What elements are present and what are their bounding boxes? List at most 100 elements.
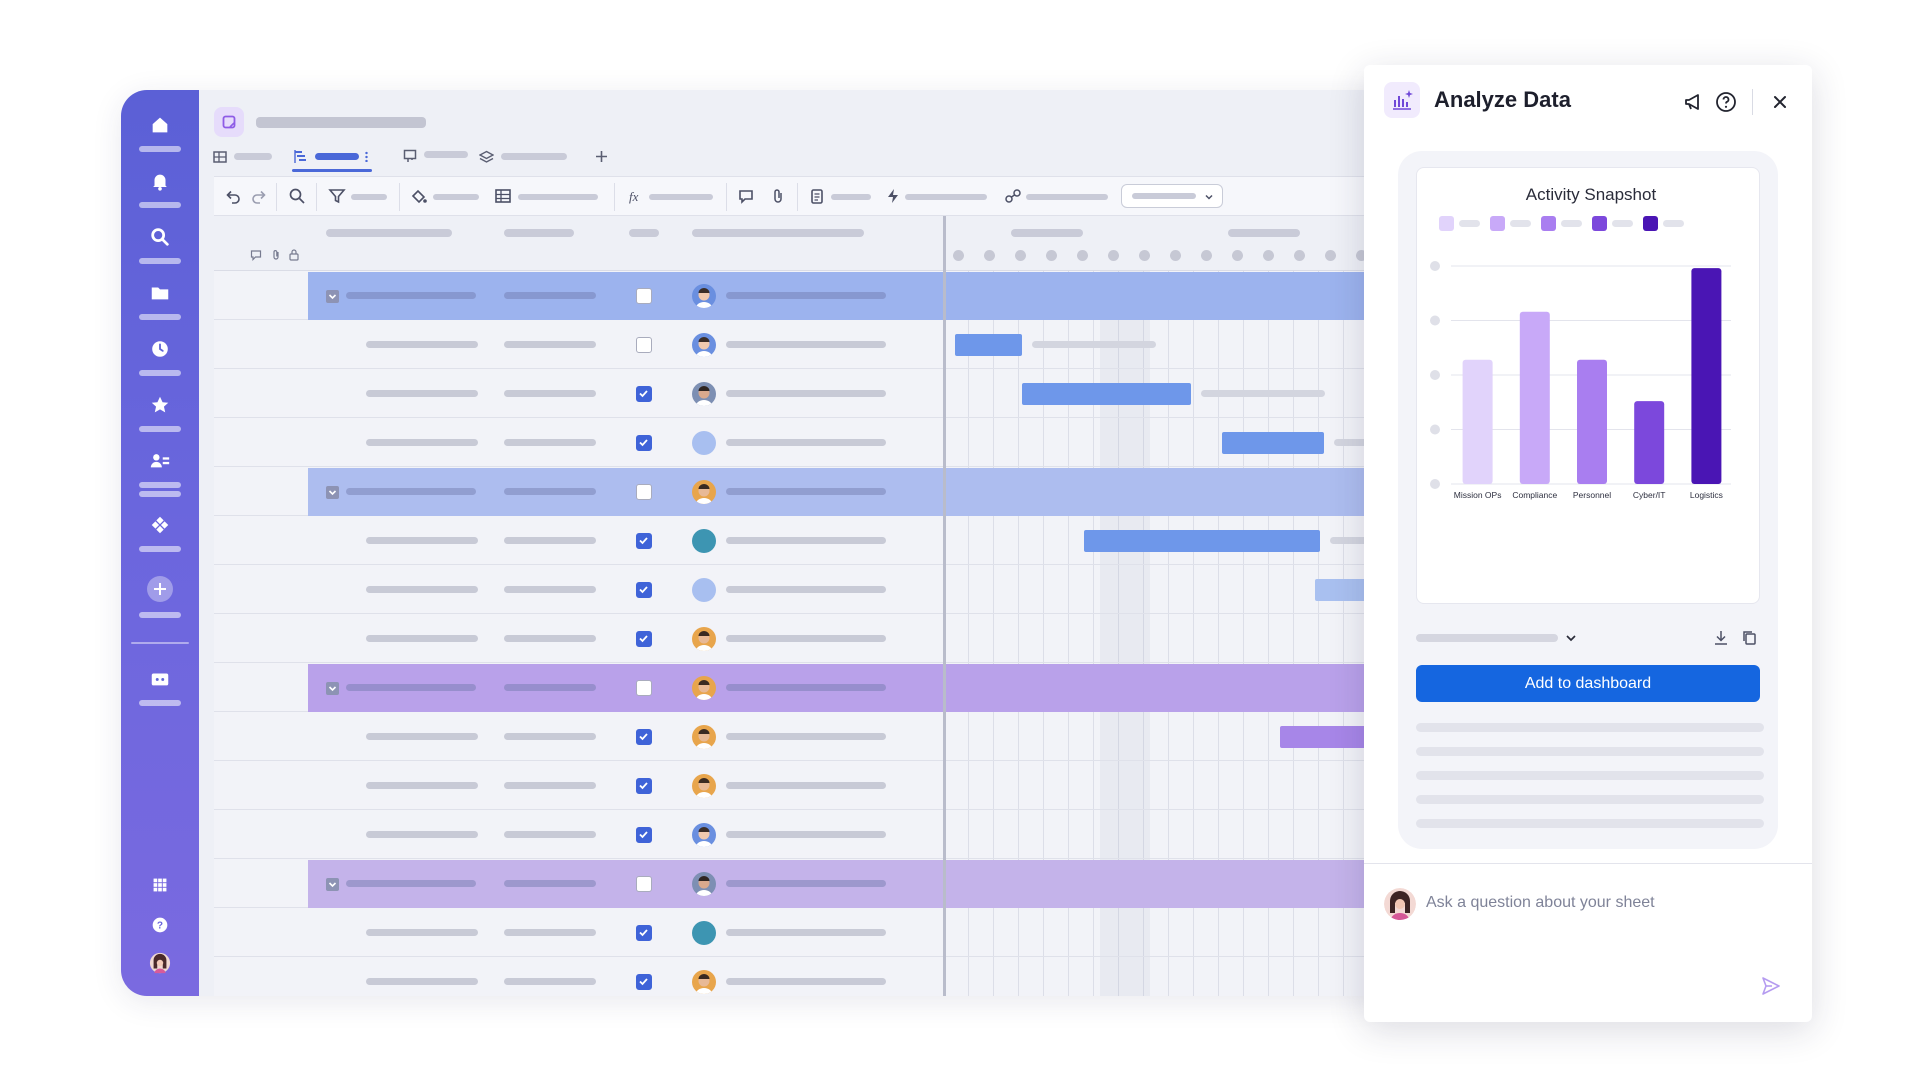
done-checkbox[interactable] bbox=[636, 876, 652, 892]
table-icon[interactable] bbox=[494, 187, 512, 205]
assigned-to-cell[interactable] bbox=[726, 635, 886, 642]
connection-label[interactable] bbox=[1026, 194, 1108, 200]
rail-help[interactable]: ? bbox=[121, 914, 199, 936]
bar-logistics[interactable] bbox=[1691, 268, 1722, 484]
status-cell[interactable] bbox=[504, 439, 596, 446]
table-row-group[interactable] bbox=[214, 664, 1391, 712]
task-name-cell[interactable] bbox=[366, 978, 478, 985]
done-checkbox[interactable] bbox=[636, 582, 652, 598]
bar-mission-ops[interactable] bbox=[1462, 359, 1493, 484]
done-checkbox[interactable] bbox=[636, 631, 652, 647]
task-name-cell[interactable] bbox=[366, 929, 478, 936]
table-row[interactable] bbox=[214, 419, 1391, 467]
grid-view-icon[interactable] bbox=[213, 150, 227, 164]
clipboard-icon[interactable] bbox=[808, 187, 826, 205]
rail-home[interactable] bbox=[121, 114, 199, 152]
table-row[interactable] bbox=[214, 517, 1391, 565]
help-icon[interactable] bbox=[1714, 90, 1738, 114]
status-cell[interactable] bbox=[504, 978, 596, 985]
status-cell[interactable] bbox=[504, 929, 596, 936]
comment-icon[interactable] bbox=[737, 187, 755, 205]
status-cell[interactable] bbox=[504, 782, 596, 789]
task-name-cell[interactable] bbox=[366, 586, 478, 593]
table-row[interactable] bbox=[214, 909, 1391, 957]
gantt-bar[interactable] bbox=[1221, 432, 1325, 454]
table-row[interactable] bbox=[214, 762, 1391, 810]
done-checkbox[interactable] bbox=[636, 778, 652, 794]
bar-compliance[interactable] bbox=[1519, 311, 1550, 484]
automation-label[interactable] bbox=[905, 194, 987, 200]
board-view-icon[interactable] bbox=[403, 149, 417, 163]
rail-launcher[interactable] bbox=[121, 874, 199, 896]
tab-board[interactable] bbox=[424, 151, 468, 158]
status-cell[interactable] bbox=[504, 341, 596, 348]
add-to-dashboard-button[interactable]: Add to dashboard bbox=[1416, 665, 1760, 702]
filter-label[interactable] bbox=[351, 194, 387, 200]
attachment-icon[interactable] bbox=[769, 187, 787, 205]
add-view-icon[interactable] bbox=[595, 150, 608, 163]
table-row[interactable] bbox=[214, 370, 1391, 418]
collapse-toggle[interactable] bbox=[326, 682, 339, 695]
status-cell[interactable] bbox=[504, 390, 596, 397]
rail-notifications[interactable] bbox=[121, 170, 199, 208]
collapse-toggle[interactable] bbox=[326, 290, 339, 303]
rail-favorites[interactable] bbox=[121, 394, 199, 432]
assigned-to-cell[interactable] bbox=[726, 292, 886, 299]
task-name-cell[interactable] bbox=[366, 782, 478, 789]
rail-workspaces[interactable] bbox=[121, 450, 199, 497]
column-header-status[interactable] bbox=[504, 229, 574, 237]
rail-profile[interactable] bbox=[121, 952, 199, 974]
done-checkbox[interactable] bbox=[636, 386, 652, 402]
tab-more-icon[interactable] bbox=[365, 151, 368, 162]
table-row[interactable] bbox=[214, 566, 1391, 614]
done-checkbox[interactable] bbox=[636, 533, 652, 549]
column-header-done[interactable] bbox=[629, 229, 659, 237]
rail-apps[interactable] bbox=[121, 514, 199, 552]
done-checkbox[interactable] bbox=[636, 484, 652, 500]
assigned-to-cell[interactable] bbox=[726, 488, 886, 495]
task-name-cell[interactable] bbox=[346, 684, 476, 691]
rail-browse[interactable] bbox=[121, 282, 199, 320]
done-checkbox[interactable] bbox=[636, 435, 652, 451]
task-name-cell[interactable] bbox=[366, 439, 478, 446]
done-checkbox[interactable] bbox=[636, 337, 652, 353]
done-checkbox[interactable] bbox=[636, 827, 652, 843]
gantt-view-icon[interactable] bbox=[293, 149, 308, 164]
rail-create[interactable] bbox=[121, 576, 199, 618]
done-checkbox[interactable] bbox=[636, 974, 652, 990]
done-checkbox[interactable] bbox=[636, 729, 652, 745]
send-icon[interactable] bbox=[1760, 975, 1782, 997]
formula-icon[interactable]: fx bbox=[627, 187, 645, 205]
clipboard-label[interactable] bbox=[831, 194, 871, 200]
table-row[interactable] bbox=[214, 958, 1391, 996]
table-row-group[interactable] bbox=[214, 468, 1391, 516]
status-cell[interactable] bbox=[504, 733, 596, 740]
assigned-to-cell[interactable] bbox=[726, 537, 886, 544]
table-row[interactable] bbox=[214, 811, 1391, 859]
assigned-to-cell[interactable] bbox=[726, 684, 886, 691]
rail-recents[interactable] bbox=[121, 338, 199, 376]
table-row[interactable] bbox=[214, 713, 1391, 761]
table-row-group[interactable] bbox=[214, 272, 1391, 320]
bar-cyber-it[interactable] bbox=[1634, 401, 1665, 484]
connection-icon[interactable] bbox=[1004, 187, 1022, 205]
task-name-cell[interactable] bbox=[366, 831, 478, 838]
assigned-to-cell[interactable] bbox=[726, 439, 886, 446]
assigned-to-cell[interactable] bbox=[726, 831, 886, 838]
gantt-bar[interactable] bbox=[954, 334, 1022, 356]
collapse-toggle[interactable] bbox=[326, 486, 339, 499]
redo-icon[interactable] bbox=[250, 187, 268, 205]
lightning-icon[interactable] bbox=[884, 187, 902, 205]
task-name-cell[interactable] bbox=[346, 880, 476, 887]
status-cell[interactable] bbox=[504, 831, 596, 838]
format-label[interactable] bbox=[433, 194, 479, 200]
task-name-cell[interactable] bbox=[366, 635, 478, 642]
gantt-bar[interactable] bbox=[1021, 383, 1191, 405]
status-cell[interactable] bbox=[504, 488, 596, 495]
rail-search[interactable] bbox=[121, 226, 199, 264]
assigned-to-cell[interactable] bbox=[726, 390, 886, 397]
status-cell[interactable] bbox=[504, 292, 596, 299]
ask-question-input[interactable] bbox=[1426, 891, 1756, 915]
megaphone-icon[interactable] bbox=[1682, 90, 1706, 114]
tab-layers[interactable] bbox=[501, 153, 567, 160]
